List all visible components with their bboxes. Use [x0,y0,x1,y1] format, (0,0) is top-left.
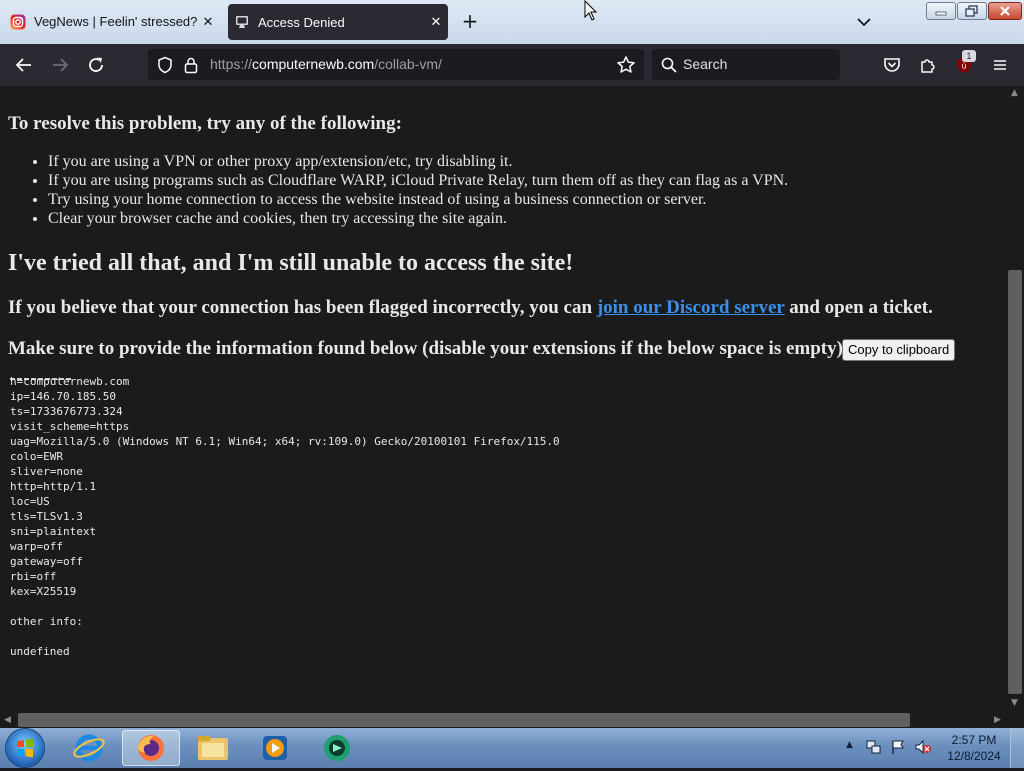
tab-title: Access Denied [258,14,345,30]
discord-link[interactable]: join our Discord server [597,297,785,318]
list-item: If you are using a VPN or other proxy ap… [48,152,788,171]
navigation-toolbar: https://computernewb.com/collab-vm/ Sear… [0,44,1024,86]
copy-to-clipboard-button[interactable]: Copy to clipboard [842,339,956,361]
search-placeholder: Search [683,56,728,72]
resolve-heading: To resolve this problem, try any of the … [8,113,402,134]
volume-muted-icon[interactable] [914,739,932,755]
scroll-right-arrow-icon[interactable]: ▶ [994,715,1001,725]
menu-hamburger-icon[interactable] [989,54,1011,76]
collabvm-app-icon [324,735,350,761]
taskbar-collabvm-app[interactable] [308,730,366,766]
scroll-left-arrow-icon[interactable]: ◀ [4,715,11,725]
window-close-button[interactable] [988,2,1022,20]
action-center-flag-icon[interactable] [890,739,906,755]
minimize-button[interactable] [926,2,956,20]
taskbar-media-player[interactable] [246,730,304,766]
connection-info-block: h=computernewb.com ip=146.70.185.50 ts=1… [10,375,560,658]
url-text[interactable]: https://computernewb.com/collab-vm/ [210,56,442,72]
lock-icon[interactable] [183,56,199,74]
clock-time: 2:57 PM [951,733,997,747]
windows-logo-icon [17,738,33,758]
tab-strip: VegNews | Feelin' stressed? 😰 C ✕ Access… [0,0,1024,44]
internet-explorer-icon [73,734,105,762]
forward-arrow-icon[interactable] [49,54,71,76]
extension-badge: 1 [962,50,976,62]
pocket-icon[interactable] [881,54,903,76]
horizontal-scroll-thumb[interactable] [18,713,910,727]
list-item: Try using your home connection to access… [48,190,788,209]
chevron-down-icon[interactable] [852,12,876,32]
tab-access-denied[interactable]: Access Denied ✕ [228,4,448,40]
vertical-scroll-thumb[interactable] [1008,270,1022,694]
extensions-puzzle-icon[interactable] [917,54,939,76]
tab-title: VegNews | Feelin' stressed? 😰 C [34,14,198,29]
tips-list: If you are using a VPN or other proxy ap… [28,152,788,228]
provide-info-heading: Make sure to provide the information fou… [8,338,850,359]
show-hidden-icons-icon[interactable]: ▲ [846,740,853,750]
collabvm-icon [236,16,248,28]
search-bar[interactable]: Search [652,49,840,80]
close-tab-icon[interactable]: ✕ [198,14,218,30]
shield-icon[interactable] [156,56,174,74]
tried-heading: I've tried all that, and I'm still unabl… [8,250,574,276]
instagram-icon [10,14,26,30]
star-bookmark-icon[interactable] [616,55,636,75]
firefox-icon [138,735,164,761]
taskbar-internet-explorer[interactable] [60,730,118,766]
network-icon[interactable] [866,739,882,755]
start-button[interactable] [6,729,44,767]
svg-text:ü: ü [961,62,966,71]
close-tab-icon[interactable]: ✕ [426,14,446,30]
scroll-up-arrow-icon[interactable]: ▲ [1011,88,1018,98]
search-icon [661,57,677,73]
list-item: If you are using programs such as Cloudf… [48,171,788,190]
tab-vegnews[interactable]: VegNews | Feelin' stressed? 😰 C ✕ [4,4,220,40]
new-tab-button[interactable]: + [458,10,482,34]
page-content: To resolve this problem, try any of the … [0,86,1006,712]
flagged-suffix: and open a ticket. [784,297,933,318]
scroll-down-arrow-icon[interactable]: ▼ [1011,698,1018,708]
taskbar-clock[interactable]: 2:57 PM 12/8/2024 [942,732,1006,764]
list-item: Clear your browser cache and cookies, th… [48,209,788,228]
url-host: computernewb.com [252,56,375,72]
back-arrow-icon[interactable] [13,54,35,76]
url-bar[interactable]: https://computernewb.com/collab-vm/ [148,49,644,80]
mouse-cursor-icon [584,0,598,21]
taskbar: ▲ 2:57 PM 12/8/2024 [0,728,1024,768]
media-player-icon [263,736,287,760]
url-path: /collab-vm/ [374,56,442,72]
restore-button[interactable] [957,2,987,20]
flagged-prefix: If you believe that your connection has … [8,297,597,318]
show-desktop-button[interactable] [1010,728,1024,768]
url-scheme: https:// [210,56,253,72]
taskbar-firefox[interactable] [122,730,180,766]
clock-date: 12/8/2024 [947,749,1001,763]
taskbar-file-explorer[interactable] [184,730,242,766]
flagged-paragraph: If you believe that your connection has … [8,297,933,319]
reload-icon[interactable] [85,54,107,76]
system-tray: ▲ [840,736,940,760]
file-explorer-icon [198,736,228,760]
